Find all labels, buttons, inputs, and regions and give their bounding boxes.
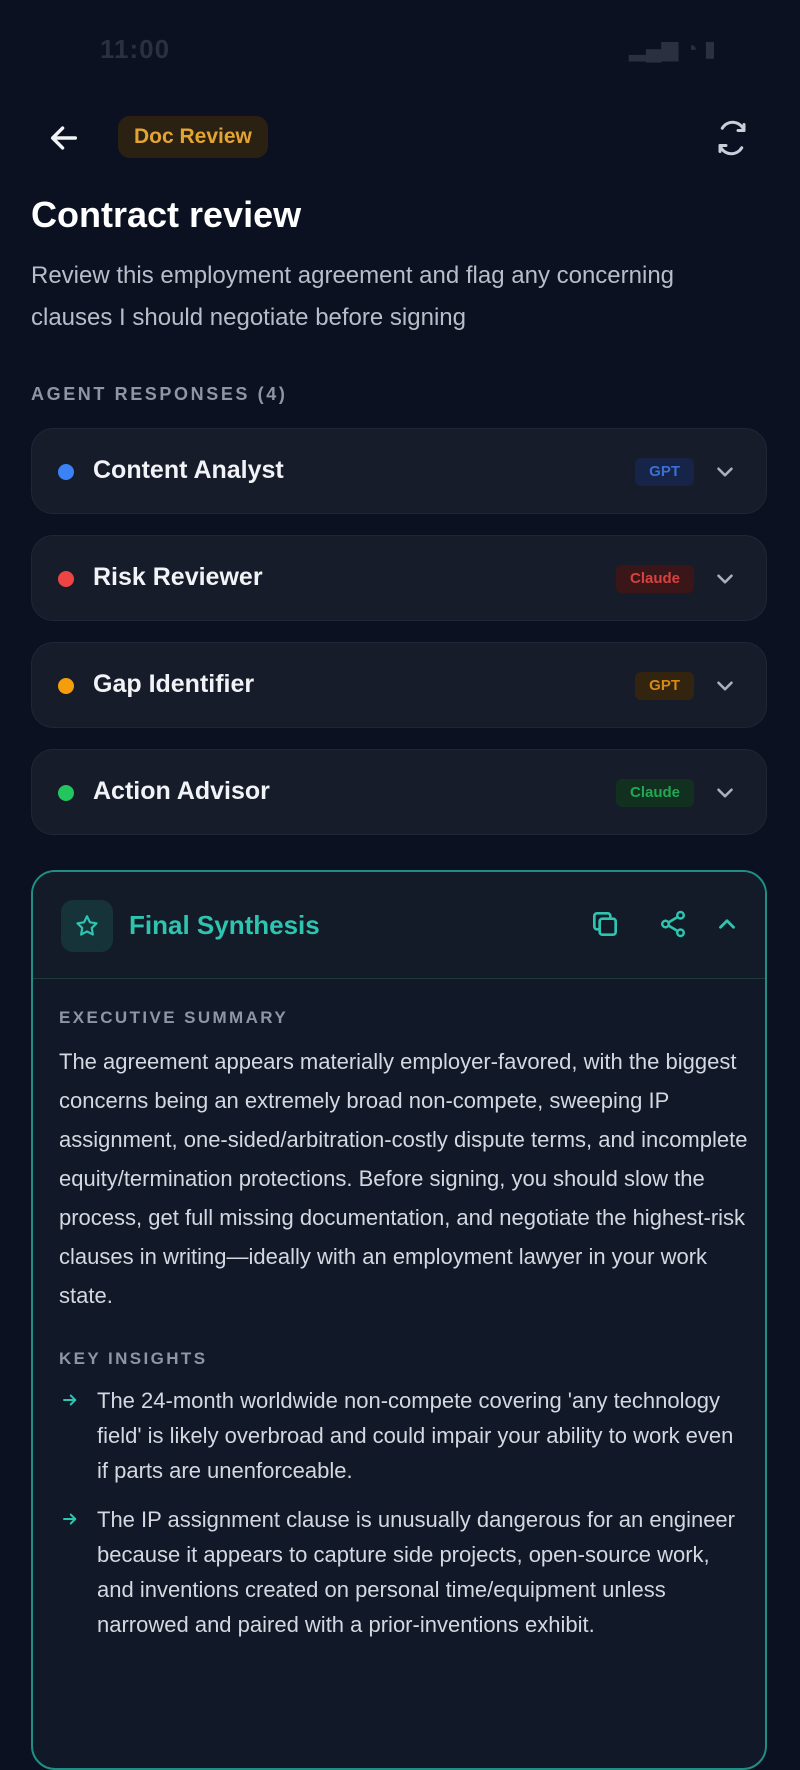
- model-badge: Claude: [615, 779, 694, 807]
- model-badge: GPT: [635, 672, 694, 700]
- model-badge: Claude: [615, 565, 694, 593]
- executive-summary-label: EXECUTIVE SUMMARY: [59, 1008, 289, 1027]
- model-badge: GPT: [635, 458, 694, 486]
- collapse-button[interactable]: [707, 904, 747, 944]
- category-tag: Doc Review: [118, 116, 268, 158]
- star-icon: [76, 915, 98, 936]
- agent-name: Action Advisor: [93, 777, 270, 805]
- chevron-down-icon: [717, 681, 733, 691]
- agent-name: Risk Reviewer: [93, 563, 263, 591]
- prompt-text: Review this employment agreement and fla…: [31, 262, 675, 331]
- share-icon: [661, 910, 685, 938]
- status-time: 11:00: [100, 34, 171, 64]
- chevron-down-icon: [717, 574, 733, 584]
- chevron-up-icon: [719, 919, 735, 929]
- refresh-button[interactable]: [708, 114, 756, 162]
- arrow-left-icon: [50, 126, 78, 150]
- insight-item: The IP assignment clause is unusually da…: [59, 1502, 749, 1642]
- copy-button[interactable]: [585, 904, 625, 944]
- agent-color-dot: [58, 464, 74, 480]
- insight-text: The 24-month worldwide non-compete cover…: [97, 1388, 734, 1483]
- executive-summary-text: The agreement appears materially employe…: [59, 1049, 748, 1308]
- agent-card-risk-reviewer[interactable]: Risk Reviewer Claude: [31, 535, 767, 621]
- agent-name: Gap Identifier: [93, 670, 255, 698]
- synthesis-body: EXECUTIVE SUMMARY The agreement appears …: [59, 1008, 749, 1656]
- agent-card-action-advisor[interactable]: Action Advisor Claude: [31, 749, 767, 835]
- back-button[interactable]: [40, 114, 88, 162]
- refresh-icon: [718, 120, 746, 156]
- copy-icon: [593, 912, 617, 936]
- top-bar: Doc Review: [0, 110, 800, 166]
- agent-responses-label: AGENT RESPONSES (4): [31, 384, 288, 404]
- page-title: Contract review: [31, 194, 302, 235]
- insight-text: The IP assignment clause is unusually da…: [97, 1507, 735, 1637]
- agent-name: Content Analyst: [93, 456, 284, 484]
- share-button[interactable]: [653, 904, 693, 944]
- arrow-right-icon: [63, 1513, 77, 1525]
- chevron-down-icon: [717, 467, 733, 477]
- insight-item: The 24-month worldwide non-compete cover…: [59, 1383, 749, 1488]
- agent-color-dot: [58, 571, 74, 587]
- synthesis-header[interactable]: Final Synthesis: [33, 872, 765, 979]
- arrow-right-icon: [63, 1394, 77, 1406]
- agent-card-gap-identifier[interactable]: Gap Identifier GPT: [31, 642, 767, 728]
- agent-color-dot: [58, 785, 74, 801]
- status-icons: ▂▄▆ ◔ ▮: [628, 36, 716, 61]
- agent-card-content-analyst[interactable]: Content Analyst GPT: [31, 428, 767, 514]
- key-insights-label: KEY INSIGHTS: [59, 1349, 208, 1368]
- synthesis-badge: [61, 900, 113, 952]
- chevron-down-icon: [717, 788, 733, 798]
- status-bar: 11:00 ▂▄▆ ◔ ▮: [0, 0, 800, 96]
- synthesis-title: Final Synthesis: [129, 910, 320, 940]
- agent-color-dot: [58, 678, 74, 694]
- final-synthesis-card: Final Synthesis EXECUTIVE SUMMARY The ag…: [31, 870, 767, 1770]
